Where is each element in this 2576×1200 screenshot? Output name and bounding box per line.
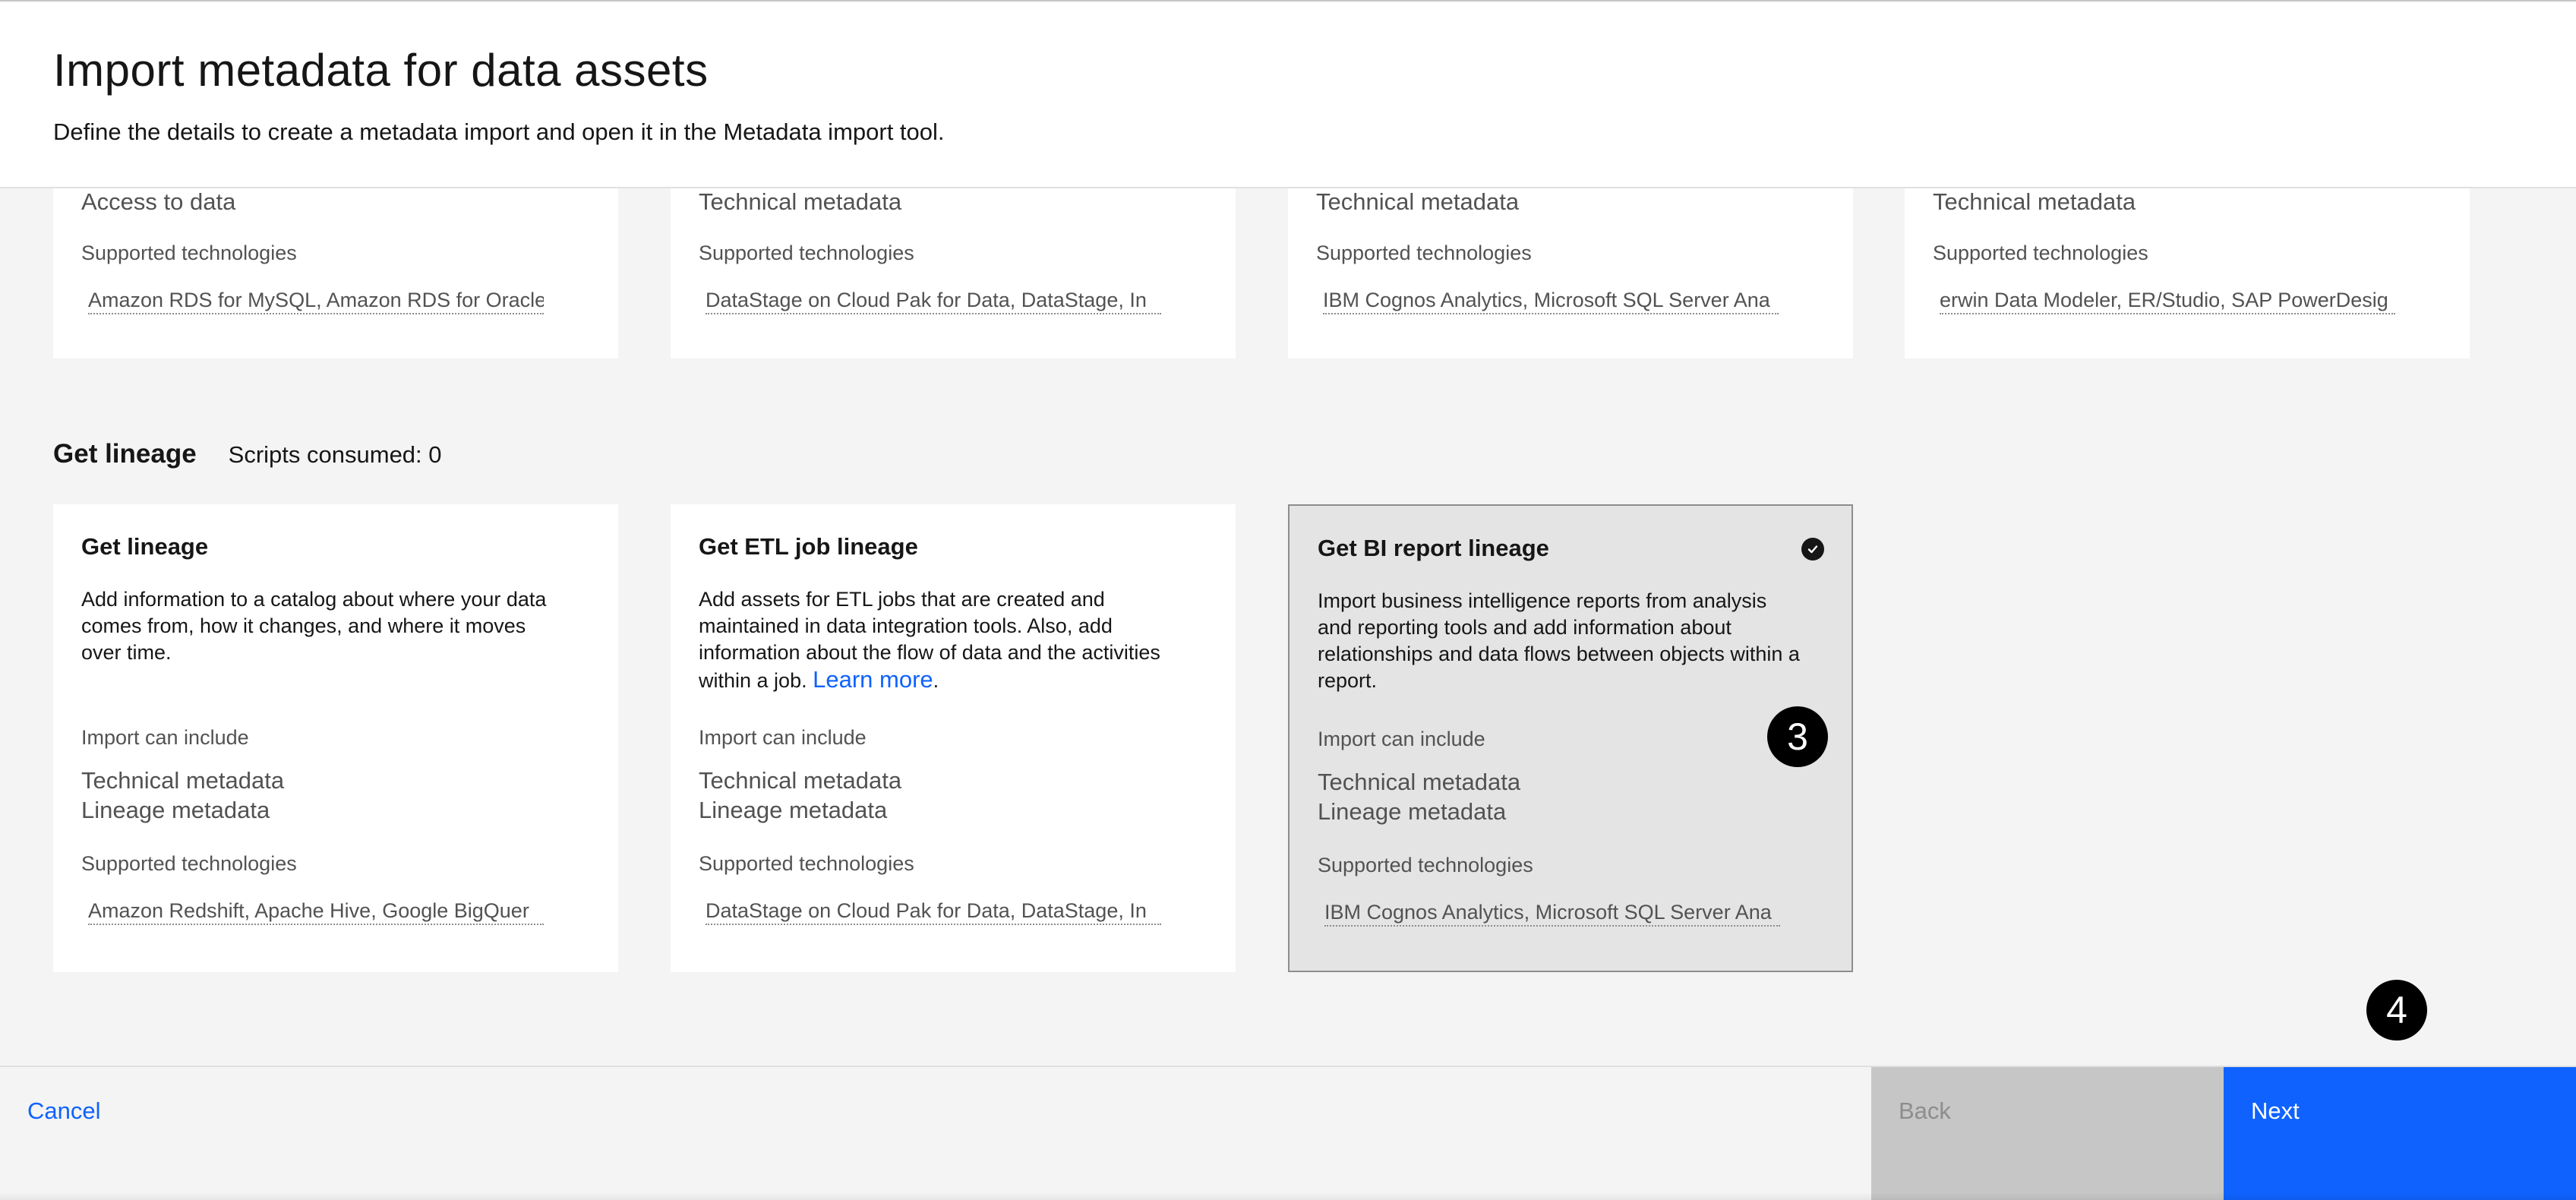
page-subtitle: Define the details to create a metadata … xyxy=(53,118,945,145)
include-item: Lineage metadata xyxy=(1318,798,1507,825)
include-item: Technical metadata xyxy=(699,767,902,794)
get-etl-job-lineage-card[interactable]: Get ETL job lineage Add assets for ETL j… xyxy=(671,504,1236,972)
card-description: Import business intelligence reports fro… xyxy=(1318,589,1800,692)
supported-technologies-list[interactable]: DataStage on Cloud Pak for Data, DataSta… xyxy=(706,287,1161,314)
card-category: Technical metadata xyxy=(1316,188,1520,215)
include-item: Technical metadata xyxy=(1318,769,1521,795)
supported-technologies-label: Supported technologies xyxy=(699,242,914,264)
card-category: Technical metadata xyxy=(1933,188,2136,215)
get-data-card-access[interactable]: Access to data Supported technologies Am… xyxy=(53,188,618,358)
supported-technologies-list[interactable]: Amazon Redshift, Apache Hive, Google Big… xyxy=(88,898,544,925)
supported-technologies-label: Supported technologies xyxy=(81,852,297,875)
import-can-include-list: Technical metadata Lineage metadata xyxy=(1318,767,1520,826)
back-button[interactable]: Back xyxy=(1871,1067,2224,1200)
link-suffix: . xyxy=(933,669,939,692)
modal-footer: Cancel Back Next xyxy=(0,1066,2576,1200)
lineage-section-heading: Get lineage Scripts consumed: 0 xyxy=(53,439,442,469)
supported-technologies-list[interactable]: IBM Cognos Analytics, Microsoft SQL Serv… xyxy=(1323,287,1779,314)
import-can-include-label: Import can include xyxy=(1318,728,1485,750)
supported-technologies-label: Supported technologies xyxy=(81,242,297,264)
modal-content[interactable]: Access to data Supported technologies Am… xyxy=(0,188,2576,1066)
card-category: Access to data xyxy=(81,188,236,215)
cancel-button[interactable]: Cancel xyxy=(27,1097,101,1125)
get-data-card-etl[interactable]: Technical metadata Supported technologie… xyxy=(671,188,1236,358)
card-category: Technical metadata xyxy=(699,188,902,215)
get-data-card-bi[interactable]: Technical metadata Supported technologie… xyxy=(1288,188,1853,358)
card-description: Add information to a catalog about where… xyxy=(81,588,547,664)
next-button[interactable]: Next xyxy=(2224,1067,2576,1200)
card-title: Get ETL job lineage xyxy=(699,533,918,560)
modal-header: Import metadata for data assets Define t… xyxy=(0,0,2576,188)
include-item: Lineage metadata xyxy=(81,797,270,823)
step-3-badge: 3 xyxy=(1767,706,1828,767)
section-title: Get lineage xyxy=(53,439,197,469)
include-item: Technical metadata xyxy=(81,767,285,794)
supported-technologies-list[interactable]: DataStage on Cloud Pak for Data, DataSta… xyxy=(706,898,1161,925)
get-data-card-modeling[interactable]: Technical metadata Supported technologie… xyxy=(1905,188,2470,358)
footer-shadow xyxy=(0,1192,2576,1200)
card-description: Add assets for ETL jobs that are created… xyxy=(699,586,1185,694)
card-title: Get BI report lineage xyxy=(1318,535,1549,561)
supported-technologies-label: Supported technologies xyxy=(1933,242,2148,264)
card-title: Get lineage xyxy=(81,533,209,560)
checkmark-filled-icon xyxy=(1801,538,1824,561)
supported-technologies-list[interactable]: IBM Cognos Analytics, Microsoft SQL Serv… xyxy=(1324,899,1780,927)
include-item: Lineage metadata xyxy=(699,797,888,823)
import-can-include-list: Technical metadata Lineage metadata xyxy=(699,766,901,825)
get-lineage-card[interactable]: Get lineage Add information to a catalog… xyxy=(53,504,618,972)
import-can-include-label: Import can include xyxy=(81,726,249,749)
supported-technologies-label: Supported technologies xyxy=(1316,242,1532,264)
import-can-include-list: Technical metadata Lineage metadata xyxy=(81,766,284,825)
import-can-include-label: Import can include xyxy=(699,726,867,749)
supported-technologies-list[interactable]: erwin Data Modeler, ER/Studio, SAP Power… xyxy=(1940,287,2395,314)
supported-technologies-label: Supported technologies xyxy=(1318,854,1533,876)
supported-technologies-label: Supported technologies xyxy=(699,852,914,875)
page-title: Import metadata for data assets xyxy=(53,45,709,96)
supported-technologies-list[interactable]: Amazon RDS for MySQL, Amazon RDS for Ora… xyxy=(88,287,544,314)
scripts-consumed: Scripts consumed: 0 xyxy=(228,441,442,468)
learn-more-link[interactable]: Learn more xyxy=(813,666,933,693)
step-4-badge: 4 xyxy=(2366,980,2427,1041)
